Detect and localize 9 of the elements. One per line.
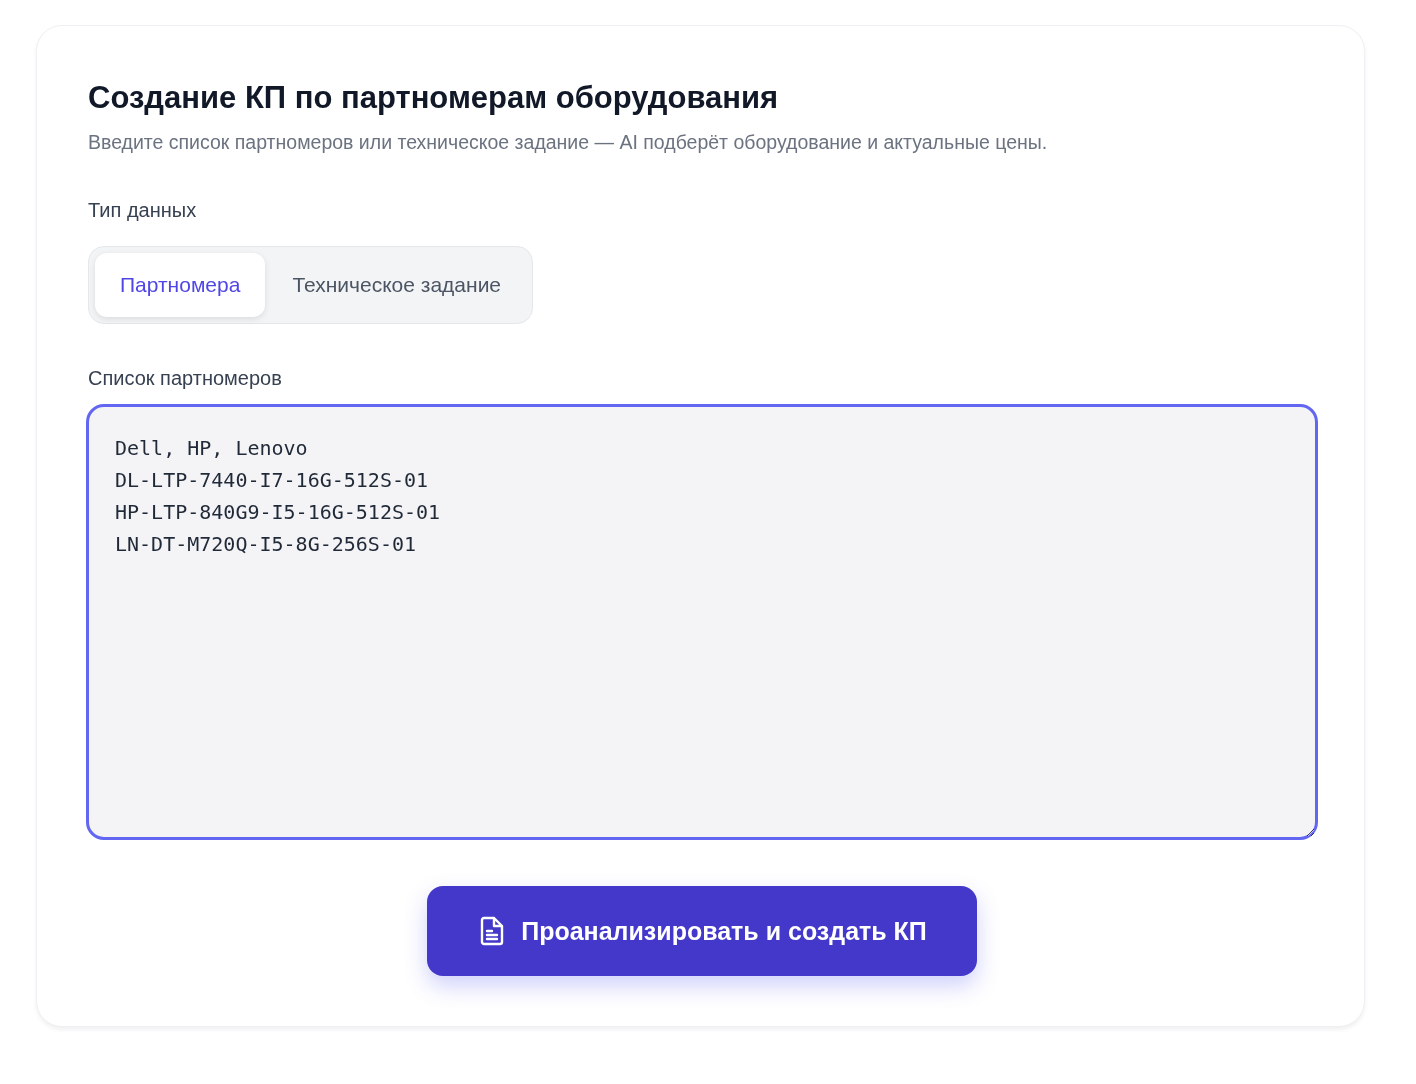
submit-button[interactable]: Проанализировать и создать КП [427,886,977,976]
field-label: Список партномеров [88,366,283,391]
field-label: Тип данных [88,198,198,223]
page-title: Создание КП по партномерам оборудования [88,79,780,117]
part-numbers-field[interactable]: Dell, HP, Lenovo DL-LTP-7440-I7-16G-512S-01 HP-LTP-840G9-I5-16G-512S-01 LN-DT-M720Q-I5-8G-256S-01 [86,404,1318,840]
tab[interactable]: Партномера [95,253,266,317]
document-icon [479,916,506,946]
page-subtitle: Введите список партномеров или техническое задание — AI подберёт оборудование и актуальные цены. [88,130,1049,155]
tab[interactable]: Техническое задание [267,253,527,317]
